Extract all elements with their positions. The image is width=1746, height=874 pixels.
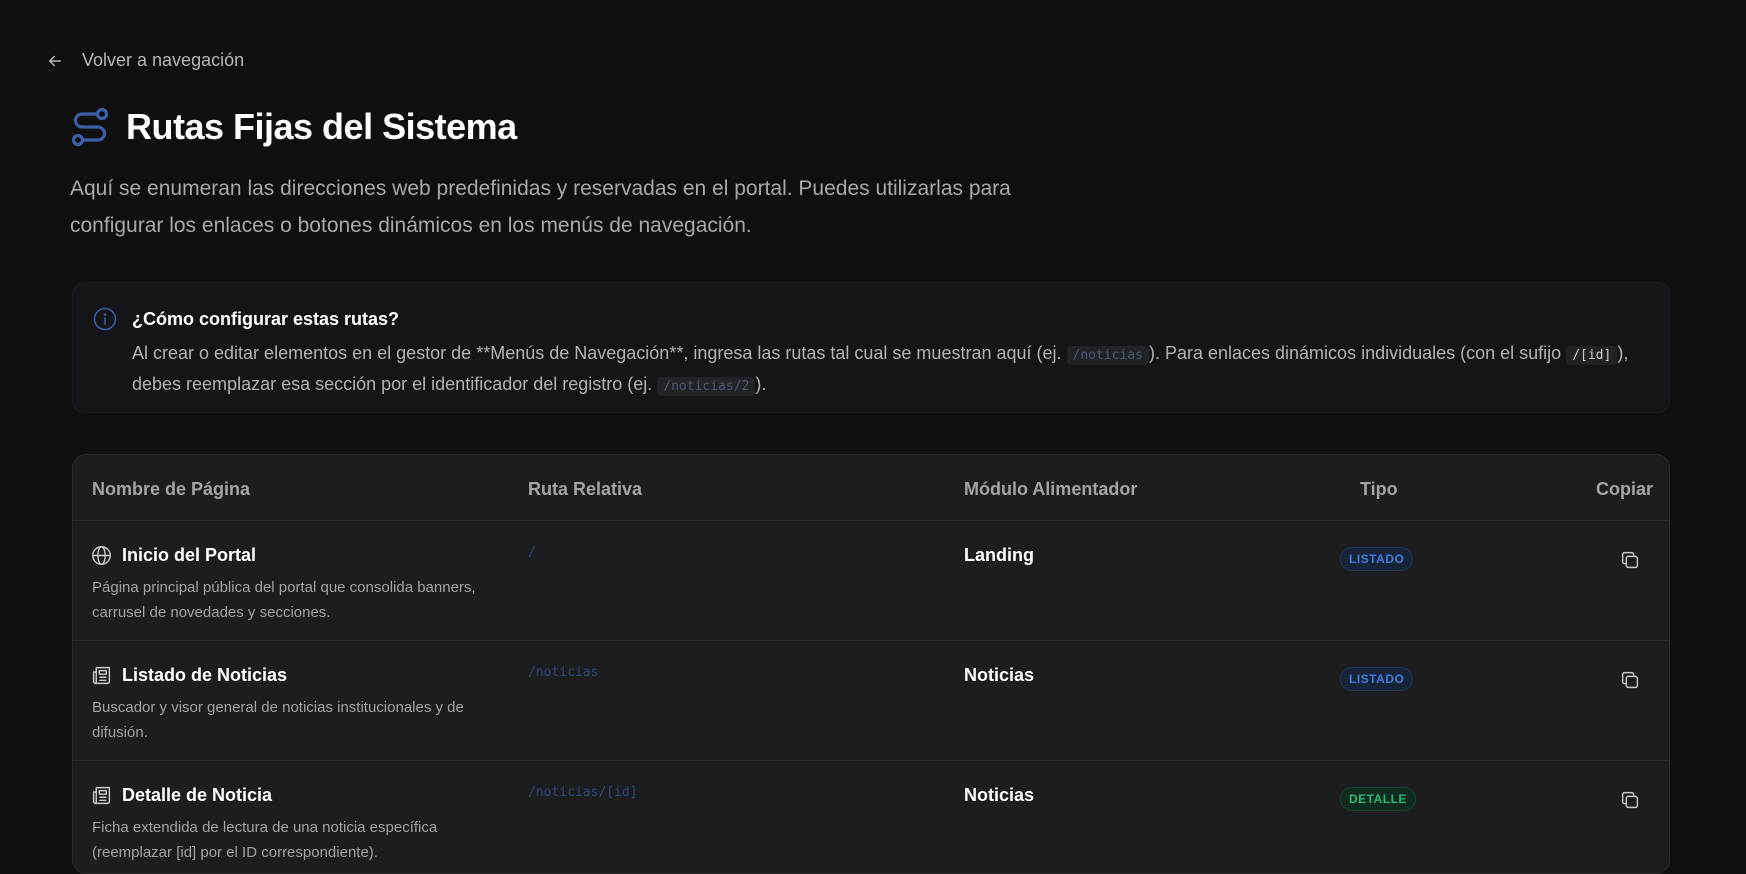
page-description: Ficha extendida de lectura de una notici…	[92, 819, 438, 861]
globe-icon	[92, 546, 111, 565]
column-header-copy: Copiar	[1596, 479, 1654, 499]
info-text-part-2: ). Para enlaces dinámicos individuales (…	[1148, 343, 1567, 363]
route-path: /	[528, 545, 536, 560]
back-link[interactable]: Volver a navegación	[46, 50, 244, 71]
column-header-module: Módulo Alimentador	[964, 479, 1138, 499]
copy-icon[interactable]	[1619, 549, 1641, 571]
route-path: /noticias/[id]	[528, 785, 638, 800]
table-row: Inicio del Portal Página principal públi…	[73, 521, 1669, 641]
info-title: ¿Cómo configurar estas rutas?	[132, 309, 400, 329]
type-badge: LISTADO	[1340, 547, 1414, 571]
module-name: Noticias	[964, 785, 1035, 805]
type-badge: DETALLE	[1340, 787, 1416, 811]
module-name: Noticias	[964, 665, 1035, 685]
routes-table: Nombre de Página Ruta Relativa Módulo Al…	[72, 454, 1670, 874]
page-name: Detalle de Noticia	[122, 785, 273, 805]
info-code-suffix: /[id]	[1566, 346, 1618, 365]
page-name: Listado de Noticias	[122, 665, 288, 685]
column-header-route: Ruta Relativa	[528, 479, 643, 499]
route-path: /noticias	[528, 665, 599, 680]
info-code-example: /noticias	[1066, 346, 1149, 365]
back-link-label: Volver a navegación	[82, 50, 245, 70]
module-name: Landing	[964, 545, 1034, 565]
info-text-part-1: Al crear o editar elementos en el gestor…	[132, 343, 1067, 363]
page-description: Buscador y visor general de noticias ins…	[92, 699, 464, 741]
newspaper-icon	[92, 666, 111, 685]
copy-icon[interactable]	[1619, 669, 1641, 691]
page-title: Rutas Fijas del Sistema	[126, 106, 517, 147]
info-icon	[93, 307, 117, 331]
info-text-part-4: ).	[755, 374, 767, 394]
page-header: Rutas Fijas del Sistema	[70, 106, 517, 148]
info-code-example-id: /noticias/2	[657, 377, 756, 396]
table-row: Detalle de Noticia Ficha extendida de le…	[73, 761, 1669, 873]
info-box: ¿Cómo configurar estas rutas? Al crear o…	[72, 282, 1670, 413]
page-subtitle: Aquí se enumeran las direcciones web pre…	[70, 177, 1011, 237]
route-icon	[71, 107, 109, 147]
table-header: Nombre de Página Ruta Relativa Módulo Al…	[73, 455, 1669, 521]
newspaper-icon	[92, 786, 111, 805]
copy-icon[interactable]	[1619, 789, 1641, 811]
table-row: Listado de Noticias Buscador y visor gen…	[73, 641, 1669, 761]
page-description: Página principal pública del portal que …	[92, 579, 476, 621]
column-header-name: Nombre de Página	[92, 479, 251, 499]
page-name: Inicio del Portal	[122, 545, 257, 565]
info-text: Al crear o editar elementos en el gestor…	[132, 339, 1652, 401]
column-header-type: Tipo	[1360, 479, 1398, 499]
type-badge: LISTADO	[1340, 667, 1414, 691]
arrow-left-icon	[49, 55, 61, 66]
